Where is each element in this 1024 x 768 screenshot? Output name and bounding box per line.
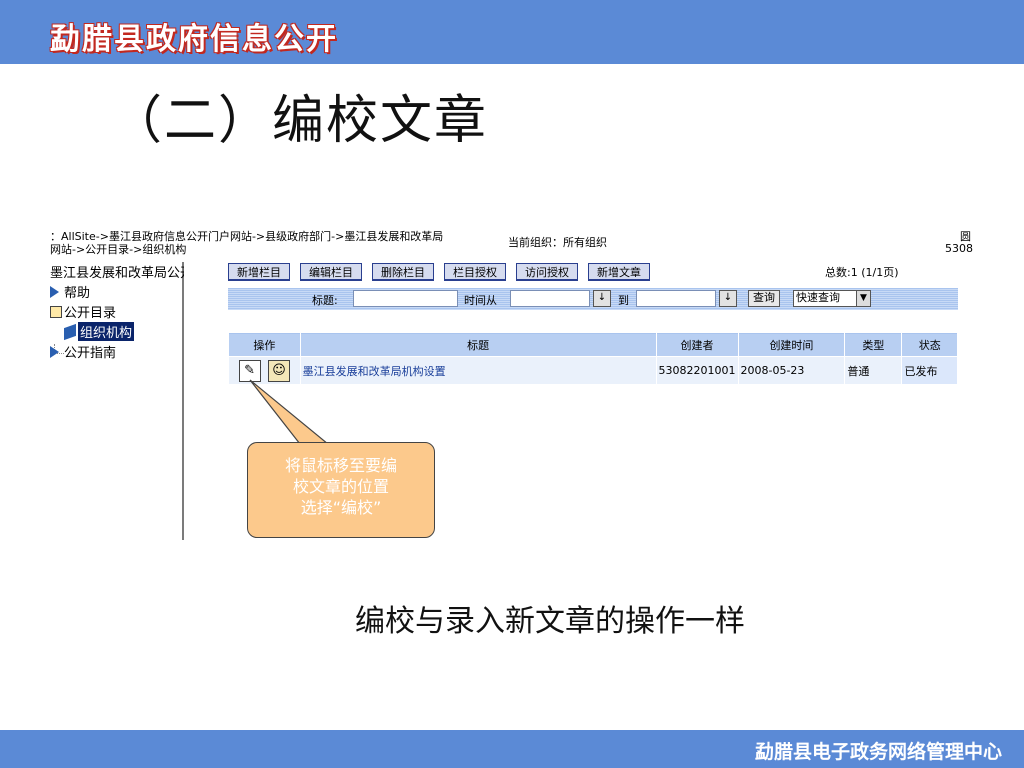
expand-arrow-icon [50,345,62,358]
column-permission-button[interactable]: 栏目授权 [444,263,506,281]
clipped-text-2: 5308 [945,242,973,255]
actions-cell: ✎ ☺ [228,356,301,385]
book-icon [64,323,76,340]
edit-icon[interactable]: ✎ [238,359,261,382]
tree-item-label: 组织机构 [78,322,135,341]
tree-item-catalog[interactable]: 公开目录 [50,302,116,321]
quick-query-value: 快速查询 [796,291,840,304]
start-date-dropdown-icon[interactable]: ↓ [593,290,611,307]
tree-item-org[interactable]: 组织机构 [64,322,135,341]
people-icon[interactable]: ☺ [268,359,291,382]
tree-root[interactable]: 墨江县发展和改革局公开 [50,262,184,281]
to-label: 到 [618,294,629,307]
access-permission-button[interactable]: 访问授权 [516,263,578,281]
tree-item-label: 公开指南 [64,346,117,361]
tree-item-label: 帮助 [64,286,91,301]
table-row: ✎ ☺ 墨江县发展和改革局机构设置 53082201001 2008-05-23… [228,356,958,385]
footer-bar: 勐腊县电子政务网络管理中心 [0,730,1024,768]
document-icon [50,305,62,318]
callout-line-1: 将鼠标移至要编 [284,456,397,475]
type-cell: 普通 [844,356,903,385]
callout-line-2: 校文章的位置 [292,477,389,496]
article-title-link[interactable]: 墨江县发展和改革局机构设置 [299,356,657,385]
col-type: 类型 [844,332,903,357]
col-title: 标题 [299,332,657,357]
col-status: 状态 [901,332,958,357]
title-label: 标题: [312,294,338,307]
table-header-row: 操作 标题 创建者 创建时间 类型 状态 [228,332,958,357]
col-creator: 创建者 [655,332,739,357]
col-created: 创建时间 [737,332,846,357]
tree-item-label: 公开目录 [64,306,117,321]
quick-query-select[interactable]: 快速查询 ▼ [793,290,871,307]
callout-line-3: 选择“编校” [300,498,382,517]
col-actions: 操作 [228,332,301,357]
footer-text: 勐腊县电子政务网络管理中心 [754,741,1002,763]
top-banner: 勐腊县政府信息公开 [0,0,1024,64]
add-article-button[interactable]: 新增文章 [588,263,650,281]
query-button[interactable]: 查询 [748,290,780,307]
delete-column-button[interactable]: 删除栏目 [372,263,434,281]
expand-arrow-icon [50,285,62,298]
callout-box: 将鼠标移至要编 校文章的位置 选择“编校” [247,442,435,538]
slide-heading: （二）编校文章 [110,91,489,151]
left-tree: 墨江县发展和改革局公开 帮助 公开目录 组织机构 公开指南 [50,262,184,540]
tree-item-guide[interactable]: 公开指南 [50,342,116,361]
created-cell: 2008-05-23 [737,356,846,385]
search-bar: 标题: 时间从 ↓ 到 ↓ 查询 快速查询 ▼ [228,288,958,310]
title-input[interactable] [353,290,458,307]
end-date-input[interactable] [636,290,716,307]
banner-title: 勐腊县政府信息公开 [50,22,338,57]
toolbar: 新增栏目 编辑栏目 删除栏目 栏目授权 访问授权 新增文章 [228,263,650,281]
time-from-label: 时间从 [464,294,497,307]
current-org-label: 当前组织：所有组织 [508,236,607,249]
start-date-input[interactable] [510,290,590,307]
creator-cell: 53082201001 [655,356,739,385]
edit-column-button[interactable]: 编辑栏目 [300,263,362,281]
select-arrow-icon: ▼ [856,291,870,306]
add-column-button[interactable]: 新增栏目 [228,263,290,281]
article-table: 操作 标题 创建者 创建时间 类型 状态 ✎ ☺ 墨江县发展和改革局机构设置 5… [228,332,958,385]
end-date-dropdown-icon[interactable]: ↓ [719,290,737,307]
total-count: 总数:1 (1/1页) [825,266,899,279]
slide-caption: 编校与录入新文章的操作一样 [355,604,745,639]
embedded-screenshot: ：AllSite->墨江县政府信息公开门户网站->县级政府部门->墨江县发展和改… [50,228,975,540]
status-cell: 已发布 [901,356,958,385]
tree-item-help[interactable]: 帮助 [50,282,90,301]
breadcrumb-line-2: 网站->公开目录->组织机构 [50,243,187,256]
